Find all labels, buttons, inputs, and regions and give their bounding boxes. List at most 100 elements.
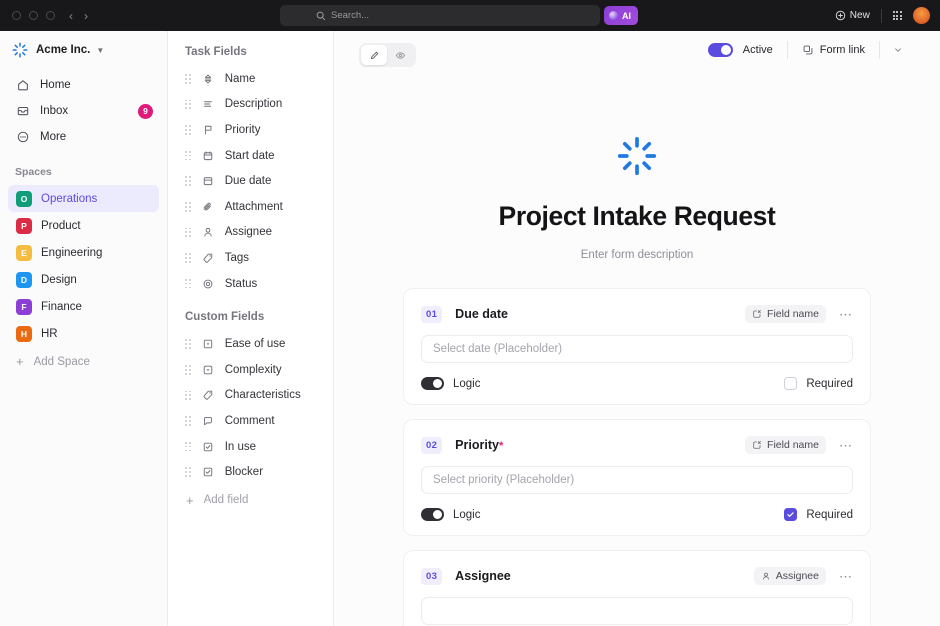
field-name-chip[interactable]: Field name: [745, 436, 826, 454]
drag-handle-icon[interactable]: [185, 176, 191, 186]
search-bar[interactable]: [280, 5, 600, 26]
space-avatar: E: [16, 245, 32, 261]
required-control[interactable]: Required: [784, 508, 853, 521]
logic-label: Logic: [453, 509, 481, 521]
search-icon: [316, 11, 326, 21]
field-input[interactable]: [421, 597, 853, 625]
ellipsis-icon[interactable]: ⋯: [839, 308, 853, 321]
active-toggle[interactable]: [708, 43, 733, 57]
person-icon: [202, 226, 215, 238]
form-field-card[interactable]: 01 Due date Field name ⋯ Select date (Pl…: [403, 288, 871, 405]
field-input[interactable]: Select date (Placeholder): [421, 335, 853, 363]
drag-handle-icon[interactable]: [185, 467, 191, 477]
history-nav[interactable]: ‹ ›: [69, 10, 88, 22]
field-item-name[interactable]: Name: [168, 66, 333, 92]
sidebar-item-hr[interactable]: H HR: [8, 320, 159, 347]
field-number: 03: [421, 568, 442, 585]
drag-handle-icon[interactable]: [185, 365, 191, 375]
maximize-window-button[interactable]: [46, 11, 55, 20]
sidebar-item-engineering[interactable]: E Engineering: [8, 239, 159, 266]
field-item-comment[interactable]: Comment: [168, 408, 333, 434]
sidebar-item-product[interactable]: P Product: [8, 212, 159, 239]
tag-icon: [202, 252, 215, 264]
ellipsis-icon[interactable]: ⋯: [839, 570, 853, 583]
forward-icon[interactable]: ›: [84, 10, 88, 22]
edit-mode-button[interactable]: [361, 45, 387, 65]
field-item-attachment[interactable]: Attachment: [168, 194, 333, 220]
required-label: Required: [806, 378, 853, 390]
field-item-tags[interactable]: Tags: [168, 245, 333, 271]
drag-handle-icon[interactable]: [185, 228, 191, 238]
form-link-button[interactable]: Form link: [788, 44, 879, 56]
field-item-complexity[interactable]: Complexity: [168, 357, 333, 383]
preview-mode-button[interactable]: [387, 45, 413, 65]
form-description[interactable]: Enter form description: [334, 249, 940, 261]
field-item-assignee[interactable]: Assignee: [168, 220, 333, 246]
field-item-in-use[interactable]: In use: [168, 434, 333, 460]
field-item-description[interactable]: Description: [168, 92, 333, 118]
chevron-down-icon: [893, 45, 903, 55]
space-label: Operations: [41, 193, 97, 205]
form-toolbar-actions: Active Form link: [708, 41, 916, 59]
drag-handle-icon[interactable]: [185, 202, 191, 212]
drag-handle-icon[interactable]: [185, 416, 191, 426]
logic-toggle[interactable]: [421, 377, 444, 390]
logic-toggle[interactable]: [421, 508, 444, 521]
form-logo[interactable]: [334, 136, 940, 176]
form-field-card[interactable]: 03 Assignee Assignee ⋯: [403, 550, 871, 626]
space-avatar: D: [16, 272, 32, 288]
view-mode-toggle[interactable]: [359, 43, 416, 67]
field-name-chip[interactable]: Field name: [745, 305, 826, 323]
field-item-blocker[interactable]: Blocker: [168, 459, 333, 485]
sidebar-item-inbox[interactable]: Inbox 9: [8, 98, 159, 124]
field-item-status[interactable]: Status: [168, 271, 333, 297]
back-icon[interactable]: ‹: [69, 10, 73, 22]
tag-icon: [202, 389, 215, 401]
copy-icon: [802, 44, 814, 56]
new-button[interactable]: New: [835, 10, 870, 21]
inbox-icon: [16, 104, 30, 118]
field-label: Attachment: [225, 201, 283, 213]
sidebar-item-home[interactable]: Home: [8, 72, 159, 98]
drag-handle-icon[interactable]: [185, 151, 191, 161]
field-item-due-date[interactable]: Due date: [168, 168, 333, 194]
drag-handle-icon[interactable]: [185, 125, 191, 135]
ai-button[interactable]: AI: [604, 6, 638, 25]
sidebar-item-design[interactable]: D Design: [8, 266, 159, 293]
search-input[interactable]: [331, 10, 531, 21]
field-name-chip[interactable]: Assignee: [754, 567, 826, 585]
plus-circle-icon: [835, 10, 846, 21]
field-item-start-date[interactable]: Start date: [168, 143, 333, 169]
sidebar-item-operations[interactable]: O Operations: [8, 185, 159, 212]
form-title[interactable]: Project Intake Request: [334, 201, 940, 232]
sidebar-item-more[interactable]: More: [8, 124, 159, 150]
workspace-switcher[interactable]: Acme Inc. ▼: [0, 31, 167, 68]
card-header: 03 Assignee Assignee ⋯: [421, 567, 853, 585]
form-options-dropdown[interactable]: [880, 45, 916, 55]
minimize-window-button[interactable]: [29, 11, 38, 20]
form-field-card[interactable]: 02 Priority* Field name ⋯ Select priorit…: [403, 419, 871, 536]
required-checkbox[interactable]: [784, 377, 797, 390]
field-input[interactable]: Select priority (Placeholder): [421, 466, 853, 494]
ellipsis-icon[interactable]: ⋯: [839, 439, 853, 452]
drag-handle-icon[interactable]: [185, 100, 191, 110]
drag-handle-icon[interactable]: [185, 391, 191, 401]
window-controls[interactable]: [12, 11, 55, 20]
required-control[interactable]: Required: [784, 377, 853, 390]
add-field-button[interactable]: + Add field: [168, 485, 333, 507]
close-window-button[interactable]: [12, 11, 21, 20]
field-item-characteristics[interactable]: Characteristics: [168, 383, 333, 409]
drag-handle-icon[interactable]: [185, 279, 191, 289]
add-space-button[interactable]: + Add Space: [0, 347, 167, 368]
drag-handle-icon[interactable]: [185, 253, 191, 263]
required-checkbox[interactable]: [784, 508, 797, 521]
drag-handle-icon[interactable]: [185, 442, 191, 452]
avatar[interactable]: [913, 7, 930, 24]
sidebar-item-finance[interactable]: F Finance: [8, 293, 159, 320]
drag-handle-icon[interactable]: [185, 74, 191, 84]
drag-handle-icon[interactable]: [185, 339, 191, 349]
required-label: Required: [806, 509, 853, 521]
field-item-priority[interactable]: Priority: [168, 117, 333, 143]
apps-grid-icon[interactable]: [893, 11, 902, 20]
field-item-ease-of-use[interactable]: Ease of use: [168, 331, 333, 357]
